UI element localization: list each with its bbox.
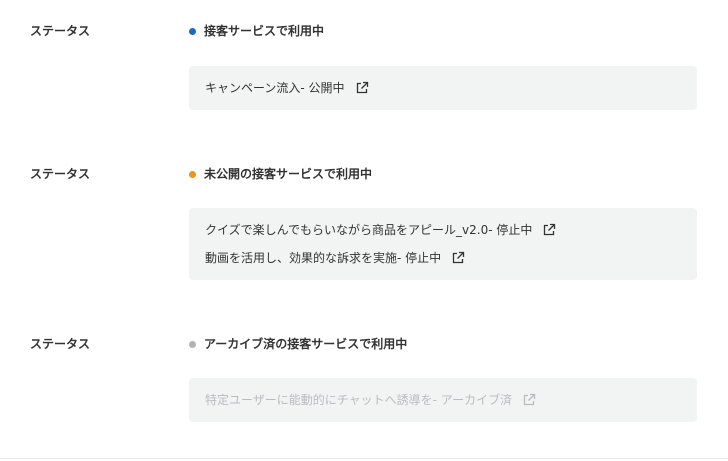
status-indicator: アーカイブ済の接客サービスで利用中 [189,336,407,352]
external-link-icon[interactable] [355,81,369,95]
campaign-list-box: キャンペーン流入- 公開中 [189,66,697,110]
campaign-list-box: クイズで楽しんでもらいながら商品をアピール_v2.0- 停止中 動画を活用し、効… [189,208,697,280]
status-indicator: 接客サービスで利用中 [189,23,324,39]
campaign-link-text[interactable]: クイズで楽しんでもらいながら商品をアピール_v2.0- 停止中 [205,222,532,238]
campaign-link-text[interactable]: キャンペーン流入- 公開中 [205,80,345,96]
status-indicator: 未公開の接客サービスで利用中 [189,166,372,182]
status-label: ステータス [30,337,91,351]
campaign-link[interactable]: クイズで楽しんでもらいながら商品をアピール_v2.0- 停止中 [205,222,681,238]
campaign-link[interactable]: 動画を活用し、効果的な訴求を実施- 停止中 [205,250,681,266]
campaign-link[interactable]: 特定ユーザーに能動的にチャットへ誘導を- アーカイブ済 [205,392,681,408]
status-dot [189,170,196,178]
external-link-icon[interactable] [522,393,536,407]
campaign-link-text[interactable]: 動画を活用し、効果的な訴求を実施- 停止中 [205,250,441,266]
status-dot [189,27,196,35]
external-link-icon[interactable] [451,251,465,265]
bottom-divider [0,458,728,459]
status-text: 接客サービスで利用中 [204,24,325,38]
status-label: ステータス [30,167,91,181]
status-text: アーカイブ済の接客サービスで利用中 [204,337,408,351]
external-link-icon[interactable] [542,223,556,237]
campaign-link[interactable]: キャンペーン流入- 公開中 [205,80,681,96]
status-label: ステータス [30,24,91,38]
campaign-link-text[interactable]: 特定ユーザーに能動的にチャットへ誘導を- アーカイブ済 [205,392,512,408]
campaign-list-box: 特定ユーザーに能動的にチャットへ誘導を- アーカイブ済 [189,378,697,422]
status-dot [189,340,196,348]
status-text: 未公開の接客サービスで利用中 [204,167,373,181]
